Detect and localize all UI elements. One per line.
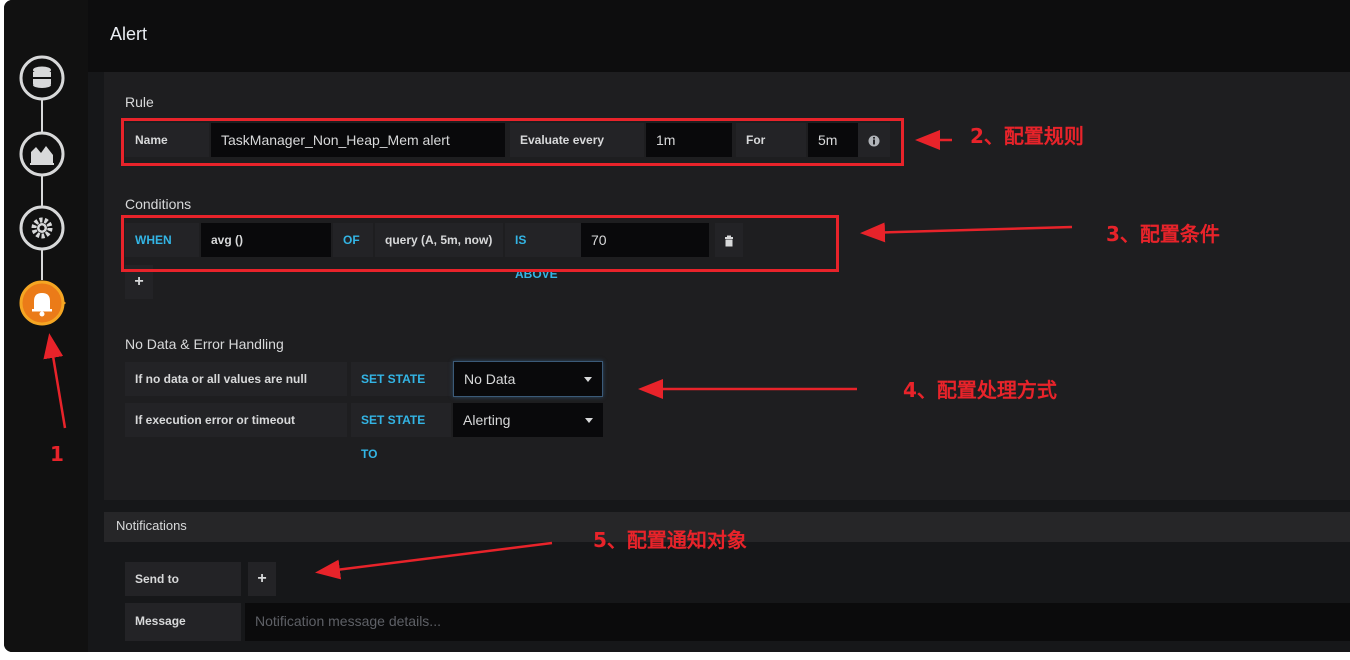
conditions-section-title: Conditions — [125, 196, 192, 212]
annotation-step-5: 5、配置通知对象 — [593, 528, 747, 552]
bell-icon[interactable] — [19, 280, 66, 326]
nodata-state-value: No Data — [464, 371, 516, 387]
step-sidebar — [4, 0, 88, 652]
nodata-set-state-keyword: SET STATE TO — [351, 362, 451, 420]
chevron-down-icon — [585, 418, 593, 423]
conditions-highlight-box — [121, 215, 839, 272]
page-title: Alert — [110, 24, 148, 44]
rule-section-title: Rule — [125, 94, 154, 110]
nodata-label: If no data or all values are null — [125, 362, 347, 396]
database-icon[interactable] — [19, 55, 65, 101]
error-label: If execution error or timeout — [125, 403, 347, 437]
app-frame: Alert Rule Name TaskManager_Non_Heap_Mem… — [4, 0, 1350, 652]
annotation-step-3: 3、配置条件 — [1106, 222, 1220, 246]
chevron-down-icon — [584, 377, 592, 382]
error-set-state-keyword: SET STATE TO — [351, 403, 451, 461]
annotation-step-4: 4、配置处理方式 — [903, 378, 1057, 402]
send-to-label: Send to — [125, 562, 241, 596]
message-input[interactable]: Notification message details... — [245, 603, 1350, 641]
step-icons — [19, 55, 66, 326]
nodata-section-title: No Data & Error Handling — [125, 336, 284, 352]
gear-icon[interactable] — [19, 205, 65, 251]
add-notification-button[interactable]: + — [248, 562, 276, 596]
notifications-section-title: Notifications — [116, 518, 187, 533]
nodata-state-select[interactable]: No Data — [453, 361, 603, 397]
error-state-value: Alerting — [463, 412, 511, 428]
alert-editor: Alert Rule Name TaskManager_Non_Heap_Mem… — [88, 0, 1350, 652]
annotation-step-1: 1 — [50, 442, 64, 466]
chart-icon[interactable] — [19, 131, 65, 177]
alert-header: Alert — [88, 0, 1350, 72]
rule-highlight-box — [121, 118, 904, 166]
error-state-select[interactable]: Alerting — [453, 403, 603, 437]
annotation-step-2: 2、配置规则 — [970, 124, 1084, 148]
message-label: Message — [125, 603, 241, 641]
